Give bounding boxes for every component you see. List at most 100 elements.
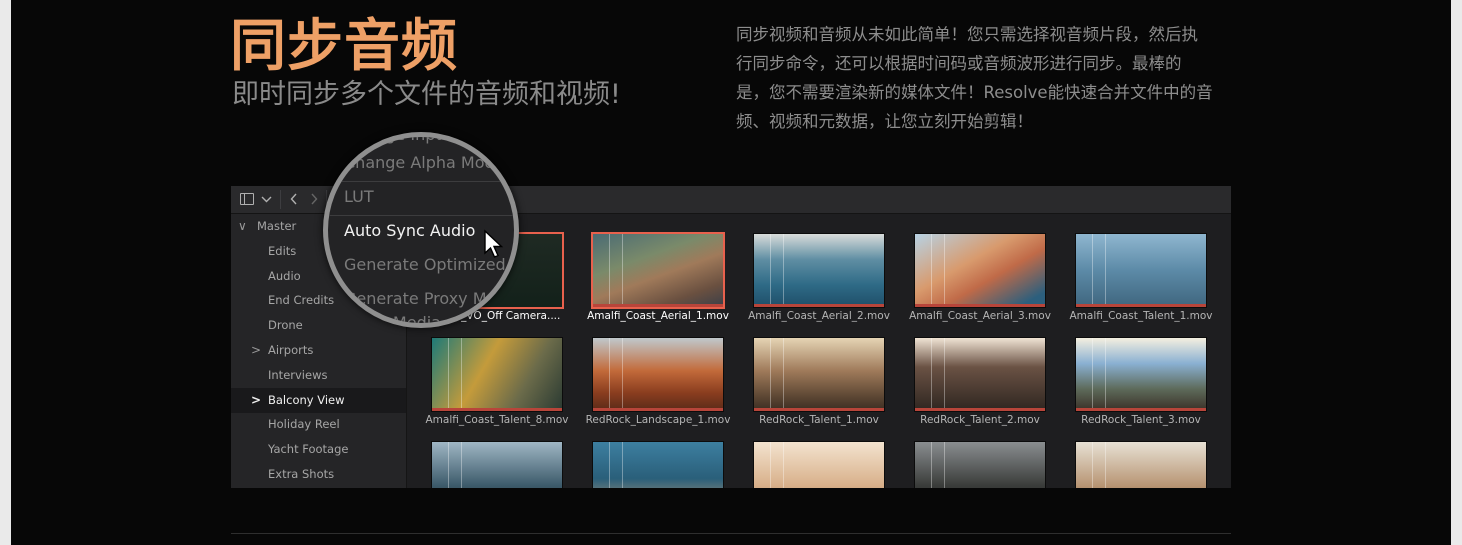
context-menu-magnifier: Proxy Media Generate Proxy Media Generate … [323,132,519,328]
sync-marker [447,338,449,411]
bin-label: Master [257,219,297,233]
menu-separator [328,215,514,216]
sync-marker [1104,338,1106,411]
sync-marker [943,234,945,307]
clip-thumbnail[interactable] [914,337,1046,412]
mouse-cursor-icon [484,229,504,258]
bin-label: Balcony View [268,392,345,407]
feature-description: 同步视频和音频从未如此简单！您只需选择视音频片段，然后执行同步命令，还可以根据时… [736,25,1213,131]
clip-thumbnail[interactable] [431,337,563,412]
clip-usage-bar [593,408,723,411]
clip-usage-bar [754,408,884,411]
clip-name: Amalfi_Coast_Talent_8.mov [425,414,569,426]
clip-thumbnail[interactable] [753,441,885,488]
sync-marker [782,234,784,307]
sync-marker [930,338,932,411]
panel-toggle-icon[interactable] [240,193,254,205]
bin-label: Drone [268,318,303,333]
sync-marker [608,338,610,411]
clip-name: Amalfi_Coast_Aerial_2.mov [748,310,890,322]
clip-usage-bar [915,408,1045,411]
clip-usage-bar [915,304,1045,307]
sync-marker [930,234,932,307]
context-menu-item-auto-sync-audio[interactable]: Auto Sync Audio [344,221,475,240]
chevron-right-icon[interactable]: > [251,338,261,363]
clip-usage-bar [754,304,884,307]
clip-name: Amalfi_Coast_Aerial_3.mov [909,310,1051,322]
sync-marker [1104,234,1106,307]
bin-label: Yacht Footage [268,442,349,457]
sync-marker [1091,338,1093,411]
clip-usage-bar [593,304,723,307]
menu-separator [328,181,514,182]
bin-label: Extra Shots [268,467,335,481]
sync-marker [769,234,771,307]
bin-item-airports[interactable]: > Airports [231,338,406,363]
sync-marker [943,338,945,411]
bin-item-holiday-reel[interactable]: Holiday Reel [231,412,406,437]
sync-marker [621,338,623,411]
clip-thumbnail[interactable] [914,441,1046,488]
chevron-down-icon[interactable]: ∨ [238,214,247,239]
clip-thumbnail[interactable] [1075,233,1207,308]
clip-name: RedRock_Landscape_1.mov [585,414,731,426]
sync-marker [621,442,623,488]
bin-item-extra-shots[interactable]: Extra Shots [231,462,406,487]
sync-marker [1104,442,1106,488]
sync-marker [1091,234,1093,307]
clip-grid: Brian_VO_Off Camera.... Amalfi_Coast_Aeri… [407,214,1231,488]
sync-marker [447,442,449,488]
sync-marker [943,442,945,488]
sync-marker [621,234,623,307]
clip-thumbnail[interactable] [592,337,724,412]
clip-thumbnail[interactable] [431,441,563,488]
context-menu-item-change-alpha-mode[interactable]: Change Alpha Mode [344,153,505,172]
sync-marker [782,338,784,411]
context-menu-item-lut[interactable]: LUT [344,187,374,206]
chevron-down-icon[interactable] [261,191,272,207]
bin-label: Audio [268,268,301,283]
sync-marker [1091,442,1093,488]
sync-marker [608,442,610,488]
clip-name: RedRock_Talent_1.mov [759,414,879,426]
sync-marker [930,442,932,488]
bin-label: Airports [268,343,314,357]
clip-thumbnail[interactable] [1075,337,1207,412]
section-divider [231,533,1231,534]
bin-label: Holiday Reel [268,417,340,432]
clip-thumbnail[interactable] [753,233,885,308]
bin-item-balcony-view[interactable]: > Balcony View [231,387,406,413]
page-title: 同步音频 [230,14,458,79]
sync-marker [769,442,771,488]
clip-thumbnail[interactable] [753,337,885,412]
sync-marker [460,338,462,411]
context-menu-item-change-input[interactable]: Change Input... [344,137,467,144]
sync-marker [782,442,784,488]
bin-item-interviews[interactable]: Interviews [231,363,406,388]
clip-thumbnail[interactable] [592,441,724,488]
page-subtitle: 即时同步多个文件的音频和视频! [232,79,621,110]
clip-usage-bar [1076,408,1206,411]
sync-marker [769,338,771,411]
toolbar-divider [280,190,281,209]
clip-usage-bar [1076,304,1206,307]
bin-item-yacht-footage[interactable]: Yacht Footage [231,437,406,462]
clip-name: Amalfi_Coast_Talent_1.mov [1069,310,1213,322]
forward-arrow-icon[interactable] [309,191,319,207]
bin-label: Edits [268,243,297,258]
clip-thumbnail[interactable] [1075,441,1207,488]
back-arrow-icon[interactable] [289,191,299,207]
sync-marker [460,442,462,488]
context-menu-item-generate-proxy-media[interactable]: Generate Proxy Media [344,289,514,308]
clip-thumbnail[interactable] [914,233,1046,308]
bin-label: Interviews [268,367,328,382]
clip-usage-bar [432,408,562,411]
chevron-right-icon[interactable]: > [251,388,261,413]
clip-name: RedRock_Talent_3.mov [1081,414,1201,426]
bin-label: End Credits [268,293,335,308]
sync-marker [608,234,610,307]
clip-name: RedRock_Talent_2.mov [920,414,1040,426]
clip-thumbnail[interactable] [591,232,725,309]
page-background: 同步音频 即时同步多个文件的音频和视频! 同步视频和音频从未如此简单！您只需选择… [11,0,1451,545]
clip-name: Amalfi_Coast_Aerial_1.mov [587,310,729,322]
